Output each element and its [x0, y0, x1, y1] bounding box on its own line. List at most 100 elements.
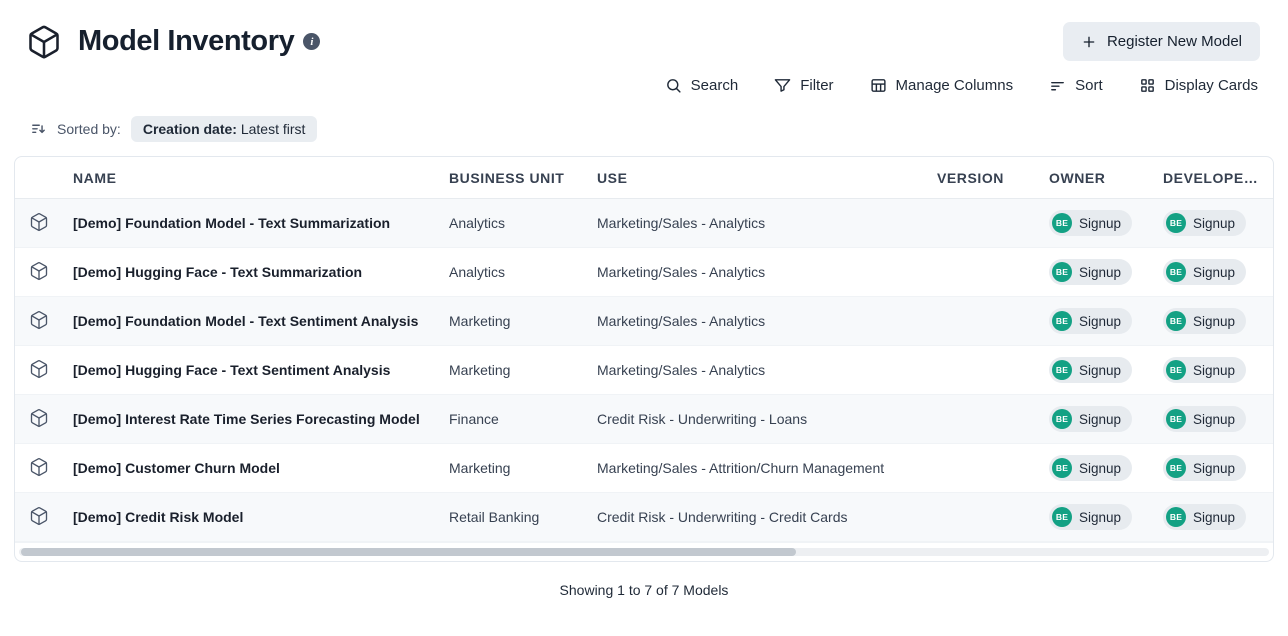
- developer-badge[interactable]: BE Signup: [1163, 406, 1246, 432]
- owner-badge[interactable]: BE Signup: [1049, 455, 1132, 481]
- business-unit: Retail Banking: [449, 509, 597, 525]
- model-cube-icon: [29, 408, 49, 431]
- developer-badge[interactable]: BE Signup: [1163, 210, 1246, 236]
- column-header-version[interactable]: VERSION: [937, 170, 1049, 186]
- use-case: Marketing/Sales - Attrition/Churn Manage…: [597, 460, 937, 476]
- column-header-use[interactable]: USE: [597, 170, 937, 186]
- owner-badge[interactable]: BE Signup: [1049, 357, 1132, 383]
- business-unit: Analytics: [449, 264, 597, 280]
- developer-avatar: BE: [1166, 507, 1186, 527]
- top-bar: Model Inventory i Register New Model: [0, 0, 1288, 63]
- plus-icon: [1081, 34, 1097, 50]
- sort-label: Sort: [1075, 77, 1103, 94]
- model-cube-icon: [29, 212, 49, 235]
- manage-columns-label: Manage Columns: [896, 77, 1014, 94]
- table-row[interactable]: [Demo] Customer Churn Model Marketing Ma…: [15, 444, 1273, 493]
- table-row[interactable]: [Demo] Hugging Face - Text Summarization…: [15, 248, 1273, 297]
- table-row[interactable]: [Demo] Hugging Face - Text Sentiment Ana…: [15, 346, 1273, 395]
- owner-avatar: BE: [1052, 311, 1072, 331]
- business-unit: Marketing: [449, 460, 597, 476]
- business-unit: Marketing: [449, 362, 597, 378]
- sort-descending-icon: [30, 121, 47, 138]
- model-name[interactable]: [Demo] Hugging Face - Text Sentiment Ana…: [73, 362, 449, 378]
- search-button[interactable]: Search: [665, 77, 739, 94]
- business-unit: Analytics: [449, 215, 597, 231]
- manage-columns-button[interactable]: Manage Columns: [870, 77, 1014, 94]
- developer-name: Signup: [1193, 363, 1235, 378]
- brand: Model Inventory i: [26, 24, 320, 60]
- owner-name: Signup: [1079, 412, 1121, 427]
- column-header-owner[interactable]: OWNER: [1049, 170, 1163, 186]
- model-name[interactable]: [Demo] Hugging Face - Text Summarization: [73, 264, 449, 280]
- model-cube-icon: [29, 506, 49, 529]
- model-name[interactable]: [Demo] Credit Risk Model: [73, 509, 449, 525]
- developer-badge[interactable]: BE Signup: [1163, 455, 1246, 481]
- filter-label: Filter: [800, 77, 833, 94]
- business-unit: Marketing: [449, 313, 597, 329]
- developer-avatar: BE: [1166, 360, 1186, 380]
- register-new-model-button[interactable]: Register New Model: [1063, 22, 1260, 61]
- developer-badge[interactable]: BE Signup: [1163, 308, 1246, 334]
- owner-badge[interactable]: BE Signup: [1049, 406, 1132, 432]
- owner-name: Signup: [1079, 216, 1121, 231]
- use-case: Credit Risk - Underwriting - Credit Card…: [597, 509, 937, 525]
- model-cube-icon: [29, 261, 49, 284]
- table-row[interactable]: [Demo] Foundation Model - Text Summariza…: [15, 199, 1273, 248]
- model-name[interactable]: [Demo] Foundation Model - Text Summariza…: [73, 215, 449, 231]
- sort-button[interactable]: Sort: [1049, 77, 1103, 94]
- owner-name: Signup: [1079, 510, 1121, 525]
- search-label: Search: [691, 77, 739, 94]
- column-header-name[interactable]: NAME: [73, 170, 449, 186]
- model-cube-icon: [29, 310, 49, 333]
- table-row[interactable]: [Demo] Interest Rate Time Series Forecas…: [15, 395, 1273, 444]
- developer-avatar: BE: [1166, 409, 1186, 429]
- developer-name: Signup: [1193, 412, 1235, 427]
- owner-name: Signup: [1079, 461, 1121, 476]
- info-icon[interactable]: i: [303, 33, 320, 50]
- developer-badge[interactable]: BE Signup: [1163, 357, 1246, 383]
- sort-lines-icon: [1049, 77, 1066, 94]
- sorted-field: Creation date:: [143, 121, 237, 137]
- table-toolbar: Search Filter Manage Columns Sort Displa…: [0, 63, 1288, 94]
- developer-name: Signup: [1193, 265, 1235, 280]
- filter-button[interactable]: Filter: [774, 77, 833, 94]
- table-row[interactable]: [Demo] Credit Risk Model Retail Banking …: [15, 493, 1273, 542]
- column-header-business-unit[interactable]: BUSINESS UNIT: [449, 170, 597, 186]
- scrollbar-thumb[interactable]: [21, 548, 796, 556]
- register-button-label: Register New Model: [1107, 33, 1242, 50]
- owner-badge[interactable]: BE Signup: [1049, 210, 1132, 236]
- owner-badge[interactable]: BE Signup: [1049, 504, 1132, 530]
- horizontal-scrollbar: [15, 542, 1273, 561]
- table-header-row: NAME BUSINESS UNIT USE VERSION OWNER DEV…: [15, 157, 1273, 199]
- sorted-value: Latest first: [237, 121, 305, 137]
- display-cards-label: Display Cards: [1165, 77, 1258, 94]
- table-row[interactable]: [Demo] Foundation Model - Text Sentiment…: [15, 297, 1273, 346]
- scrollbar-track[interactable]: [19, 548, 1269, 556]
- model-name[interactable]: [Demo] Foundation Model - Text Sentiment…: [73, 313, 449, 329]
- column-header-developers[interactable]: DEVELOPERS: [1163, 170, 1273, 186]
- use-case: Credit Risk - Underwriting - Loans: [597, 411, 937, 427]
- developer-avatar: BE: [1166, 262, 1186, 282]
- model-name[interactable]: [Demo] Customer Churn Model: [73, 460, 449, 476]
- developer-name: Signup: [1193, 461, 1235, 476]
- display-cards-button[interactable]: Display Cards: [1139, 77, 1258, 94]
- developer-name: Signup: [1193, 510, 1235, 525]
- owner-badge[interactable]: BE Signup: [1049, 259, 1132, 285]
- page-title: Model Inventory: [78, 25, 294, 58]
- pagination-status: Showing 1 to 7 of 7 Models: [0, 562, 1288, 598]
- developer-badge[interactable]: BE Signup: [1163, 259, 1246, 285]
- developer-badge[interactable]: BE Signup: [1163, 504, 1246, 530]
- developer-avatar: BE: [1166, 213, 1186, 233]
- owner-badge[interactable]: BE Signup: [1049, 308, 1132, 334]
- developer-name: Signup: [1193, 216, 1235, 231]
- use-case: Marketing/Sales - Analytics: [597, 215, 937, 231]
- developer-avatar: BE: [1166, 458, 1186, 478]
- table-body: [Demo] Foundation Model - Text Summariza…: [15, 199, 1273, 542]
- developer-name: Signup: [1193, 314, 1235, 329]
- model-name[interactable]: [Demo] Interest Rate Time Series Forecas…: [73, 411, 449, 427]
- sorted-by-label: Sorted by:: [57, 121, 121, 137]
- owner-avatar: BE: [1052, 409, 1072, 429]
- sorted-by-pill[interactable]: Creation date: Latest first: [131, 116, 318, 142]
- owner-avatar: BE: [1052, 458, 1072, 478]
- search-icon: [665, 77, 682, 94]
